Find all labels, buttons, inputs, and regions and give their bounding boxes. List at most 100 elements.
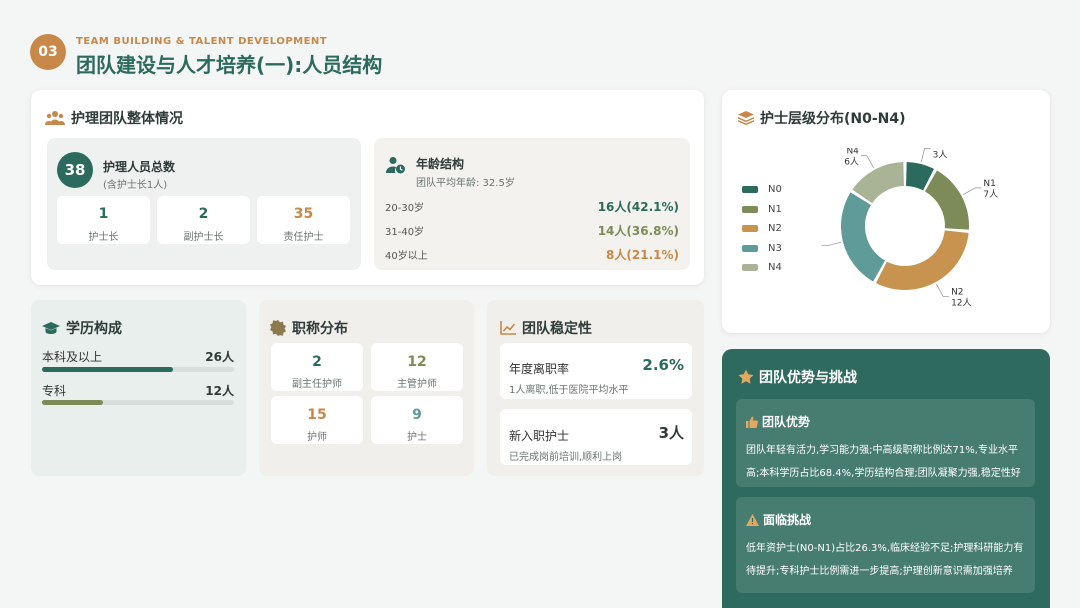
title-label: 护师 bbox=[307, 432, 327, 443]
titles-card: 职称分布 2 副主任护师 12 主管护师 15 护师 9 护士 bbox=[259, 300, 474, 476]
callout-name: N2 bbox=[951, 287, 963, 297]
donut-slice-n2 bbox=[876, 230, 969, 290]
legend-swatch bbox=[742, 264, 758, 272]
age-row-31-40: 31-40岁 14人(36.8%) bbox=[385, 222, 679, 239]
title-value: 2 bbox=[312, 354, 322, 370]
new-nurses-box: 新入职护士 3人 已完成岗前培训,顺利上岗 bbox=[500, 409, 692, 465]
total-count-circle: 38 bbox=[57, 152, 93, 188]
levels-header: 护士层级分布(N0-N4) bbox=[738, 108, 906, 128]
callout-name: N4 bbox=[846, 148, 859, 157]
education-value-bachelor: 26人 bbox=[205, 350, 234, 364]
callout-line bbox=[936, 283, 950, 297]
legend-label: N2 bbox=[768, 223, 782, 235]
age-structure-panel: 年龄结构 团队平均年龄: 32.5岁 20-30岁 16人(42.1%) 31-… bbox=[374, 138, 690, 270]
strength-title: 团队优势 bbox=[762, 415, 811, 429]
advantages-header: 团队优势与挑战 bbox=[738, 367, 857, 387]
age-note: 团队平均年龄: 32.5岁 bbox=[416, 178, 515, 189]
title-item: 12 主管护师 bbox=[371, 343, 463, 391]
turnover-rate-box: 年度离职率 2.6% 1人离职,低于医院平均水平 bbox=[500, 343, 692, 399]
challenge-box: 面临挑战 低年资护士(N0-N1)占比26.3%,临床经验不足;护理科研能力有待… bbox=[736, 497, 1035, 593]
warning-icon bbox=[746, 513, 759, 526]
legend-item-n4: N4 bbox=[742, 258, 782, 278]
advantages-title: 团队优势与挑战 bbox=[759, 370, 857, 386]
role-value: 1 bbox=[98, 206, 109, 222]
title-label: 主管护师 bbox=[397, 379, 437, 390]
role-value: 35 bbox=[293, 206, 314, 222]
callout-line bbox=[962, 187, 982, 195]
legend-label: N1 bbox=[768, 203, 782, 215]
callout-value: 6人 bbox=[844, 157, 859, 168]
stability-label: 新入职护士 bbox=[509, 429, 570, 443]
education-label-college: 专科 bbox=[42, 384, 67, 398]
title-label: 护士 bbox=[407, 432, 427, 443]
legend-swatch bbox=[742, 205, 758, 213]
donut-slice-n4 bbox=[852, 162, 904, 204]
person-clock-icon bbox=[386, 156, 406, 174]
overview-header: 护理团队整体情况 bbox=[45, 108, 183, 128]
strength-box: 团队优势 团队年轻有活力,学习能力强;中高级职称比例达71%,专业水平高;本科学… bbox=[736, 399, 1035, 487]
stability-note: 已完成岗前培训,顺利上岗 bbox=[509, 452, 623, 463]
legend-label: N0 bbox=[768, 184, 782, 196]
legend-swatch bbox=[742, 244, 758, 252]
education-bar-fill bbox=[42, 400, 103, 405]
age-title: 年龄结构 bbox=[416, 157, 465, 171]
levels-legend: N0 N1 N2 N3 N4 bbox=[742, 180, 782, 278]
total-label: 护理人员总数 bbox=[103, 160, 176, 174]
callout-line bbox=[821, 241, 842, 247]
section-number-badge: 03 bbox=[30, 34, 66, 70]
education-bar-college bbox=[42, 400, 234, 405]
callout-name: N0 bbox=[933, 148, 946, 149]
education-header: 学历构成 bbox=[42, 318, 122, 338]
stability-label: 年度离职率 bbox=[509, 362, 570, 376]
stability-value: 3人 bbox=[658, 424, 684, 442]
age-label: 31-40岁 bbox=[385, 227, 425, 238]
education-label-bachelor: 本科及以上 bbox=[42, 350, 103, 364]
total-staff-panel: 38 护理人员总数 (含护士长1人) 1 护士长 2 副护士长 35 责任护士 bbox=[47, 138, 361, 270]
layers-icon bbox=[738, 111, 754, 125]
title-label: 副主任护师 bbox=[292, 379, 342, 390]
stability-card: 团队稳定性 年度离职率 2.6% 1人离职,低于医院平均水平 新入职护士 3人 … bbox=[487, 300, 704, 476]
age-value: 8人(21.1%) bbox=[606, 248, 679, 262]
legend-swatch bbox=[742, 225, 758, 233]
legend-item-n1: N1 bbox=[742, 200, 782, 220]
legend-swatch bbox=[742, 186, 758, 194]
titles-header: 职称分布 bbox=[270, 318, 348, 338]
team-icon bbox=[45, 110, 65, 126]
callout-value: 12人 bbox=[951, 297, 971, 308]
age-value: 14人(36.8%) bbox=[597, 224, 679, 238]
role-label: 护士长 bbox=[88, 232, 119, 243]
strength-text: 团队年轻有活力,学习能力强;中高级职称比例达71%,专业水平高;本科学历占比68… bbox=[746, 445, 1021, 479]
levels-donut-chart: N03人N17人N212人N310人N46人 bbox=[821, 148, 998, 308]
advantages-card: 团队优势与挑战 团队优势 团队年轻有活力,学习能力强;中高级职称比例达71%,专… bbox=[722, 349, 1050, 608]
strength-header: 团队优势 bbox=[746, 413, 810, 430]
education-card: 学历构成 本科及以上 26人 专科 12人 bbox=[31, 300, 246, 476]
page-title: 团队建设与人才培养(一):人员结构 bbox=[76, 53, 383, 77]
legend-item-n0: N0 bbox=[742, 180, 782, 200]
education-bar-fill bbox=[42, 367, 174, 372]
age-row-20-30: 20-30岁 16人(42.1%) bbox=[385, 198, 679, 215]
age-row-40-plus: 40岁以上 8人(21.1%) bbox=[385, 246, 679, 263]
role-head-nurse: 1 护士长 bbox=[57, 196, 150, 244]
role-responsible-nurse: 35 责任护士 bbox=[257, 196, 350, 244]
challenge-text: 低年资护士(N0-N1)占比26.3%,临床经验不足;护理科研能力有待提升;专科… bbox=[746, 543, 1024, 577]
section-subtitle: TEAM BUILDING & TALENT DEVELOPMENT bbox=[76, 36, 328, 47]
age-value: 16人(42.1%) bbox=[597, 200, 679, 214]
role-deputy-head-nurse: 2 副护士长 bbox=[157, 196, 250, 244]
challenge-header: 面临挑战 bbox=[746, 511, 811, 528]
role-label: 副护士长 bbox=[183, 232, 224, 243]
education-value-college: 12人 bbox=[205, 384, 234, 398]
donut-slice-n3 bbox=[841, 192, 886, 282]
total-note: (含护士长1人) bbox=[103, 180, 168, 191]
legend-item-n3: N3 bbox=[742, 239, 782, 259]
callout-value: 7人 bbox=[983, 189, 998, 200]
donut-slice-n1 bbox=[924, 170, 969, 230]
callout-value: 3人 bbox=[933, 149, 948, 160]
stability-value: 2.6% bbox=[642, 356, 684, 374]
education-bar-bachelor bbox=[42, 367, 234, 372]
badge-icon bbox=[270, 320, 286, 336]
overview-title: 护理团队整体情况 bbox=[71, 111, 183, 127]
stability-header: 团队稳定性 bbox=[500, 318, 592, 338]
levels-title: 护士层级分布(N0-N4) bbox=[760, 111, 906, 127]
challenge-title: 面临挑战 bbox=[763, 513, 812, 527]
callout-line bbox=[920, 148, 931, 163]
